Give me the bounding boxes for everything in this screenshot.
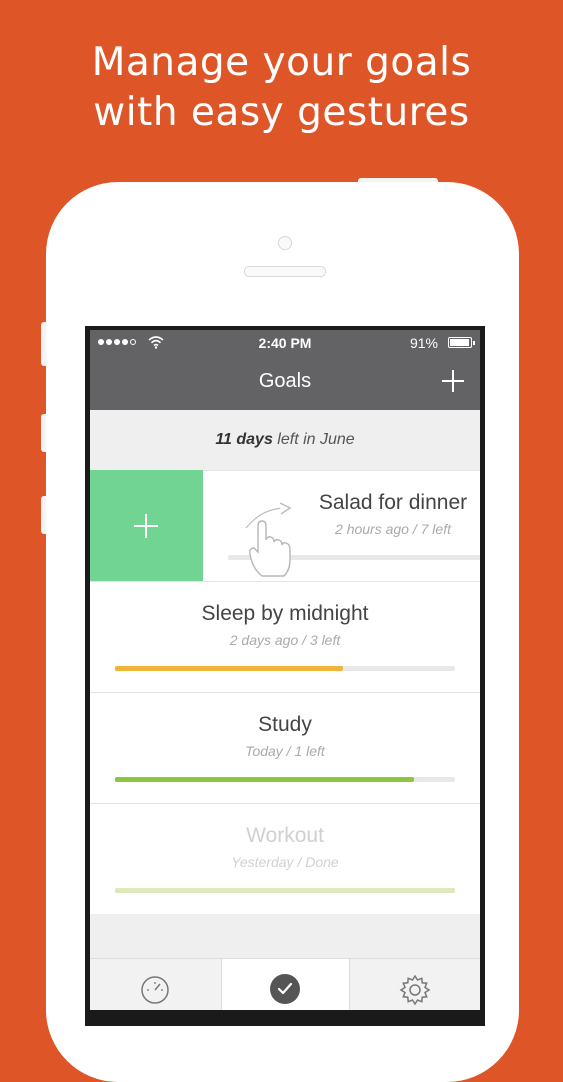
add-goal-button[interactable] (442, 370, 464, 392)
goal-progress-track (115, 777, 455, 782)
goal-subtitle: 2 days ago / 3 left (229, 632, 341, 648)
goal-progress-track (115, 666, 455, 671)
goal-title: Workout (246, 824, 324, 847)
tab-bar (90, 958, 480, 1010)
goal-row-study[interactable]: Study Today / 1 left (90, 692, 480, 803)
battery-icon (448, 337, 475, 348)
battery-percentage: 91% (409, 335, 438, 351)
plus-icon (134, 514, 158, 538)
days-left-summary: 11 days left in June (90, 410, 480, 470)
promo-headline: Manage your goals with easy gestures (0, 38, 563, 138)
goals-app: 2:40 PM 91% Goals 11 days left in June S… (90, 330, 480, 1010)
goal-progress-track (115, 888, 455, 893)
goal-progress-bar (115, 888, 455, 893)
goal-progress-bar (115, 777, 415, 782)
gear-icon (399, 974, 431, 1006)
checkmark-circle-icon (270, 974, 300, 1004)
swipe-add-action[interactable] (90, 470, 203, 581)
swipe-gesture-hand-icon (243, 502, 292, 577)
navigation-bar: 2:40 PM 91% Goals (90, 330, 480, 410)
goal-progress-bar (115, 666, 343, 671)
tab-goals[interactable] (221, 959, 350, 1010)
phone-camera (278, 236, 292, 250)
goal-row-workout[interactable]: Workout Yesterday / Done (90, 803, 480, 914)
goal-title: Study (258, 713, 312, 736)
goal-subtitle: Today / 1 left (245, 743, 325, 759)
tab-dashboard[interactable] (90, 959, 220, 1010)
goal-row-sleep[interactable]: Sleep by midnight 2 days ago / 3 left (90, 581, 480, 692)
goal-title: Sleep by midnight (201, 602, 369, 625)
tab-settings[interactable] (350, 959, 480, 1010)
promo-line-2: with easy gestures (93, 90, 470, 135)
goal-subtitle: Yesterday / Done (231, 854, 339, 870)
speedometer-icon (141, 976, 169, 1004)
status-bar: 2:40 PM 91% (90, 330, 480, 356)
days-left-count: 11 days (215, 431, 273, 448)
page-title: Goals (258, 370, 312, 392)
days-left-text: left in June (272, 431, 355, 448)
phone-speaker (244, 266, 326, 277)
promo-line-1: Manage your goals (91, 40, 472, 85)
